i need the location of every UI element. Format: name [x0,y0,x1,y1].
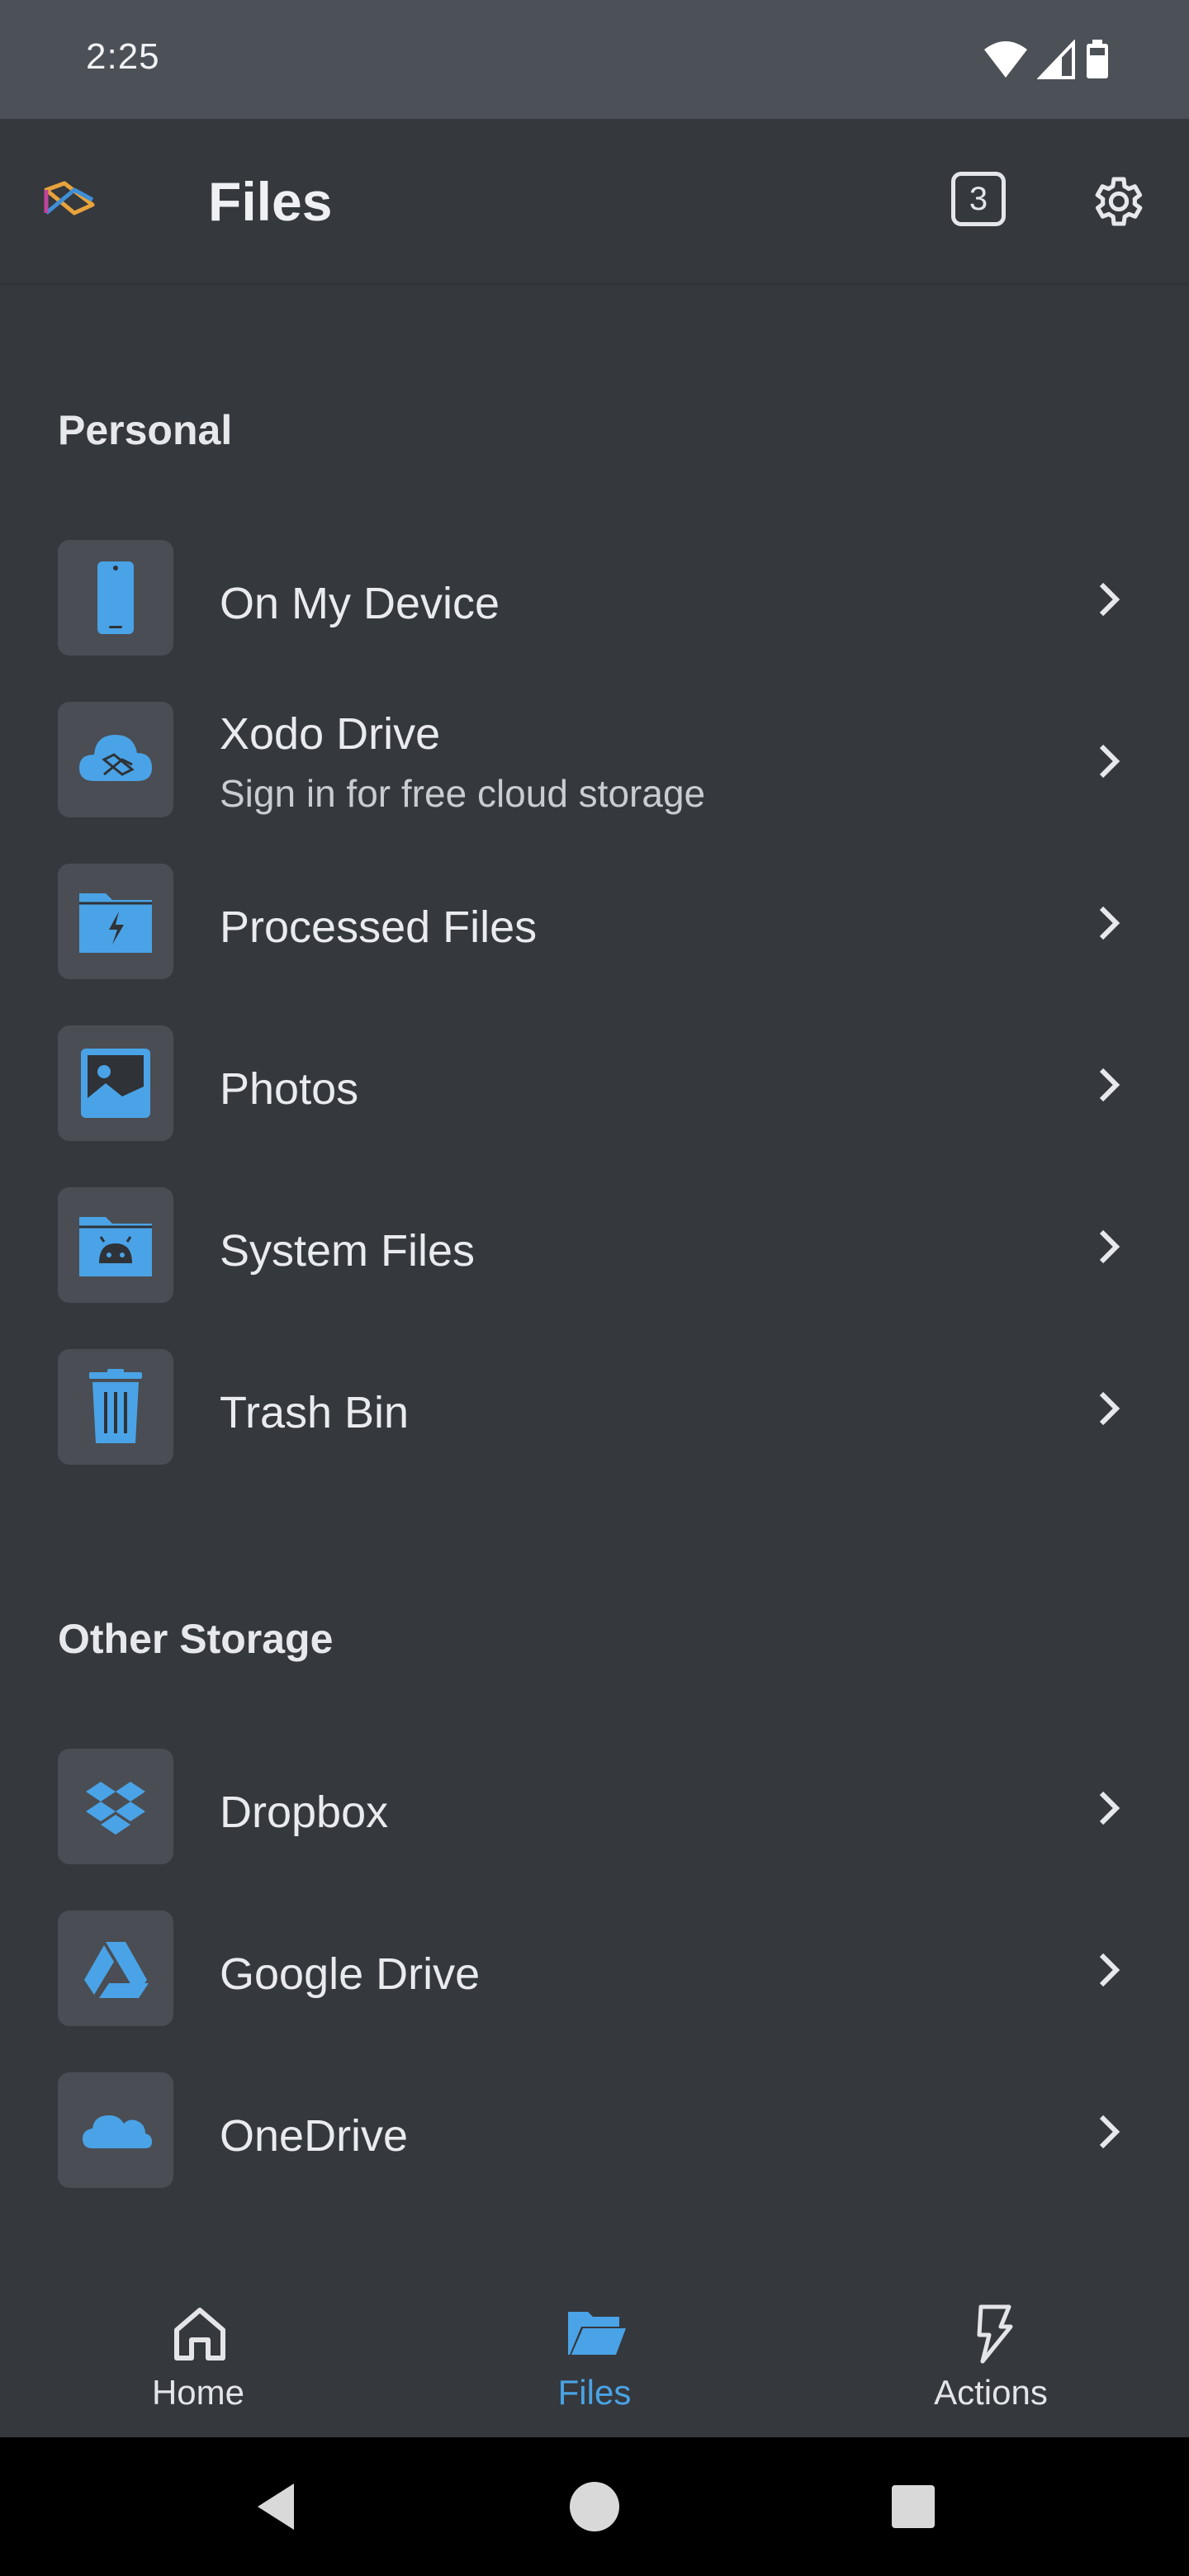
icon-tile [58,1749,173,1864]
system-nav-bar [0,2437,1189,2576]
settings-gear-icon[interactable] [1087,172,1146,231]
status-bar: 2:25 [0,0,1189,119]
icon-tile [58,864,173,979]
google-drive-icon [84,1942,149,1998]
back-icon[interactable] [251,2480,301,2533]
home-circle-icon[interactable] [568,2480,621,2533]
recents-icon[interactable] [890,2484,936,2530]
storage-item-processed-files[interactable]: Processed Files [0,852,1189,992]
chevron-right-icon [1099,1068,1120,1102]
status-icons [983,36,1110,83]
chevron-right-icon [1099,744,1120,779]
storage-item-photos[interactable]: Photos [0,1014,1189,1154]
signal-icon [1037,40,1075,79]
nav-item-files[interactable]: Files [396,2269,793,2437]
storage-item-label: Photos [220,1064,359,1114]
storage-item-label: On My Device [220,579,500,628]
storage-item-onedrive[interactable]: OneDrive [0,2061,1189,2201]
storage-item-label: Dropbox [220,1788,389,1837]
chevron-right-icon [1099,1391,1120,1426]
chevron-right-icon [1099,1791,1120,1825]
nav-label: Home [151,2373,245,2412]
nav-item-actions[interactable]: Actions [793,2269,1189,2437]
status-time: 2:25 [86,36,160,77]
trash-icon [89,1369,142,1443]
storage-item-system-files[interactable]: System Files [0,1176,1189,1316]
storage-item-dropbox[interactable]: Dropbox [0,1737,1189,1878]
storage-item-xodo-drive[interactable]: Xodo Drive Sign in for free cloud storag… [0,690,1189,831]
icon-tile [58,540,173,656]
icon-tile [58,1025,173,1141]
android-folder-icon [79,1217,152,1276]
icon-tile [58,2072,173,2188]
chevron-right-icon [1099,1953,1120,1987]
phone-icon [97,561,134,634]
icon-tile [58,1349,173,1465]
app-bar: Files 3 [0,119,1189,286]
dropbox-icon [86,1782,145,1835]
section-title-other-storage: Other Storage [58,1616,334,1662]
chevron-right-icon [1099,582,1120,617]
nav-label: Actions [934,2373,1048,2412]
folder-open-icon [568,2312,626,2355]
storage-item-on-my-device[interactable]: On My Device [0,528,1189,669]
bottom-nav: Home Files Actions [0,2269,1189,2437]
bolt-icon [977,2304,1013,2364]
folder-bolt-icon [79,893,152,953]
storage-item-label: Google Drive [220,1949,481,1999]
chevron-right-icon [1099,1229,1120,1264]
battery-icon [1087,40,1108,78]
icon-tile [58,1911,173,2026]
storage-item-label: Trash Bin [220,1388,410,1437]
onedrive-icon [83,2115,152,2148]
page-title: Files [208,171,333,232]
home-icon [174,2308,225,2361]
chevron-right-icon [1099,2114,1120,2149]
storage-item-label: System Files [220,1226,476,1276]
chevron-right-icon [1099,906,1120,940]
storage-item-sublabel: Sign in for free cloud storage [220,772,706,815]
cloud-icon [79,735,152,781]
storage-item-label: Xodo Drive [220,709,441,759]
storage-item-label: Processed Files [220,902,538,952]
image-icon [81,1049,150,1118]
storage-item-google-drive[interactable]: Google Drive [0,1899,1189,2039]
storage-item-label: OneDrive [220,2111,409,2161]
section-title-personal: Personal [58,407,233,453]
nav-label: Files [557,2373,632,2412]
wifi-icon [984,41,1027,78]
open-tabs-button[interactable]: 3 [951,172,1006,226]
xodo-logo-icon[interactable] [43,177,96,230]
icon-tile [58,702,173,817]
storage-item-trash-bin[interactable]: Trash Bin [0,1338,1189,1478]
icon-tile [58,1187,173,1303]
nav-item-home[interactable]: Home [0,2269,396,2437]
